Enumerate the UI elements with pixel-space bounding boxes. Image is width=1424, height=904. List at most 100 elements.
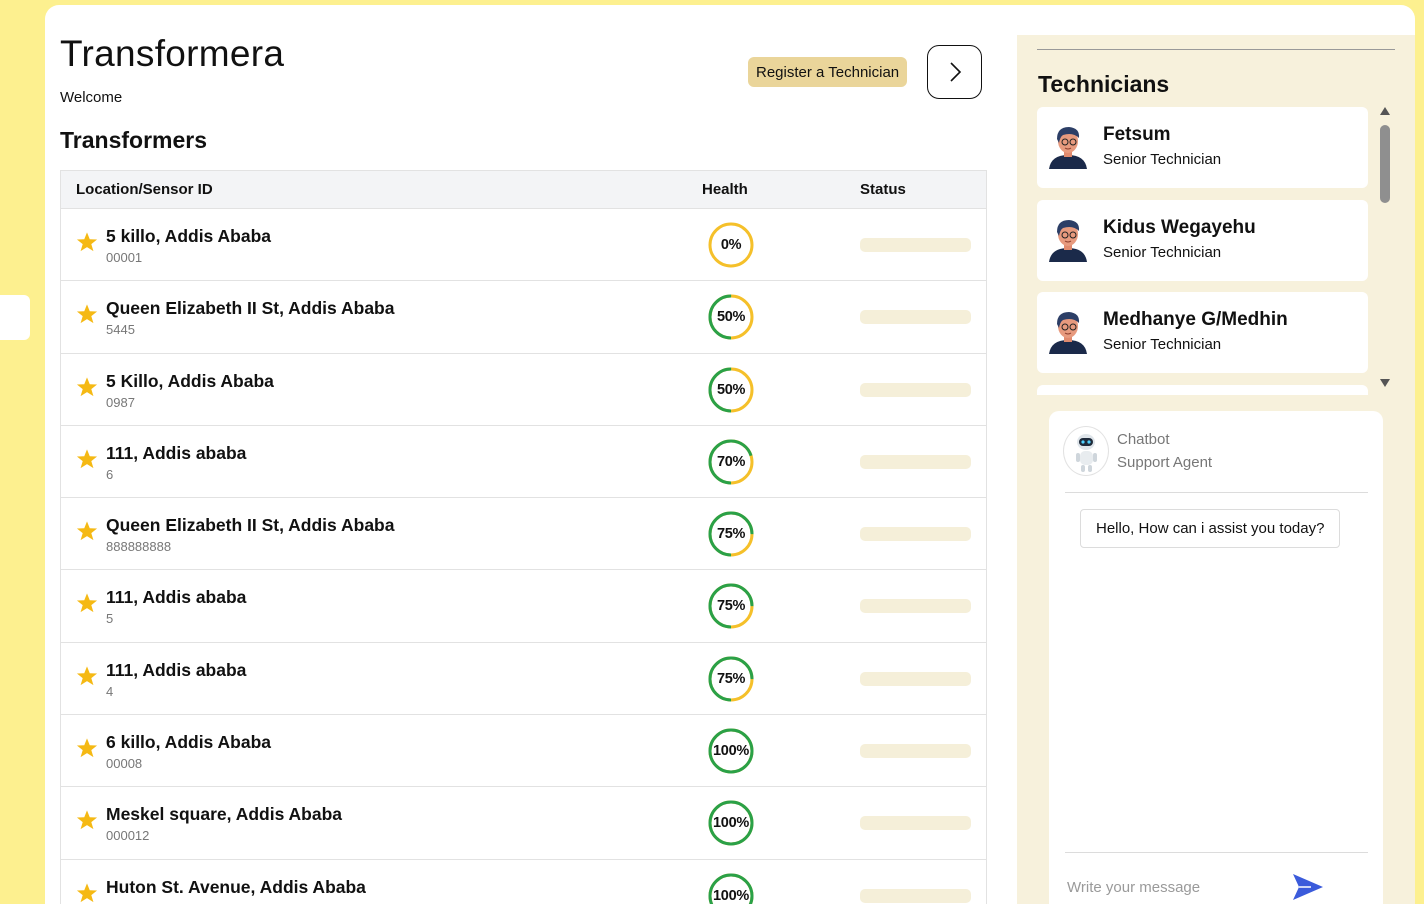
table-row[interactable]: Meskel square, Addis Ababa 000012 100% bbox=[61, 787, 986, 860]
technician-card[interactable] bbox=[1037, 385, 1368, 395]
scroll-up-icon[interactable] bbox=[1379, 105, 1391, 117]
health-value: 75% bbox=[716, 670, 746, 687]
status-bar bbox=[860, 454, 971, 469]
status-bar bbox=[860, 310, 971, 325]
star-icon[interactable] bbox=[76, 303, 98, 325]
table-row[interactable]: 6 killo, Addis Ababa 00008 100% bbox=[61, 715, 986, 788]
table-row[interactable]: Queen Elizabeth II St, Addis Ababa 88888… bbox=[61, 498, 986, 571]
star-icon[interactable] bbox=[76, 231, 98, 253]
table-row[interactable]: 111, Addis ababa 5 75% bbox=[61, 570, 986, 643]
table-row[interactable]: Queen Elizabeth II St, Addis Ababa 5445 … bbox=[61, 281, 986, 354]
status-bar bbox=[860, 382, 971, 397]
column-location: Location/Sensor ID bbox=[76, 181, 213, 198]
sensor-id: 888888888 bbox=[106, 539, 172, 555]
star-icon[interactable] bbox=[76, 882, 98, 904]
technician-card[interactable]: Kidus Wegayehu Senior Technician bbox=[1037, 200, 1368, 281]
table-row[interactable]: 111, Addis ababa 6 70% bbox=[61, 426, 986, 499]
send-icon[interactable] bbox=[1291, 872, 1325, 902]
location-name: 111, Addis ababa bbox=[106, 659, 247, 680]
scrollbar-thumb[interactable] bbox=[1380, 125, 1390, 203]
star-icon[interactable] bbox=[76, 665, 98, 687]
star-icon[interactable] bbox=[76, 448, 98, 470]
chatbot-avatar bbox=[1063, 426, 1109, 476]
app-card: Transformera Welcome Register a Technici… bbox=[45, 5, 1415, 904]
location-name: 111, Addis ababa bbox=[106, 587, 247, 608]
health-value: 50% bbox=[716, 381, 746, 398]
status-bar bbox=[860, 816, 971, 831]
health-value: 75% bbox=[716, 526, 746, 543]
transformers-table: Location/Sensor ID Health Status 5 killo… bbox=[60, 170, 987, 904]
transformers-title: Transformers bbox=[60, 127, 208, 153]
location-name: Queen Elizabeth II St, Addis Ababa bbox=[106, 298, 395, 319]
chatbot-role: Support Agent bbox=[1117, 454, 1213, 471]
column-health: Health bbox=[702, 181, 748, 198]
health-value: 50% bbox=[716, 309, 746, 326]
chatbot-name: Chatbot bbox=[1117, 431, 1170, 448]
avatar bbox=[1049, 220, 1087, 262]
welcome-text: Welcome bbox=[60, 89, 123, 106]
side-drawer-tab[interactable] bbox=[0, 295, 30, 340]
table-row[interactable]: Huton St. Avenue, Addis Ababa 100% bbox=[61, 860, 986, 904]
table-row[interactable]: 5 killo, Addis Ababa 00001 0% bbox=[61, 209, 986, 282]
star-icon[interactable] bbox=[76, 520, 98, 542]
sensor-id: 00001 bbox=[106, 250, 143, 265]
technician-name: Fetsum bbox=[1103, 124, 1171, 145]
location-name: Queen Elizabeth II St, Addis Ababa bbox=[106, 515, 395, 536]
status-bar bbox=[860, 238, 971, 252]
register-technician-button[interactable]: Register a Technician bbox=[748, 57, 908, 87]
location-name: 6 killo, Addis Ababa bbox=[106, 732, 271, 753]
technician-role: Senior Technician bbox=[1103, 244, 1222, 261]
sensor-id: 5 bbox=[106, 611, 114, 627]
sensor-id: 0987 bbox=[106, 394, 135, 410]
status-bar bbox=[860, 888, 971, 903]
status-bar bbox=[860, 527, 971, 542]
technician-role: Senior Technician bbox=[1103, 151, 1222, 168]
sensor-id: 000012 bbox=[106, 828, 150, 844]
technician-name: Medhanye G/Medhin bbox=[1103, 309, 1288, 330]
message-input[interactable] bbox=[1067, 872, 1277, 902]
column-status: Status bbox=[860, 181, 906, 198]
technicians-title: Technicians bbox=[1038, 71, 1170, 97]
chatbot-panel: Chatbot Support Agent Hello, How can i a… bbox=[1049, 411, 1383, 904]
location-name: Huton St. Avenue, Addis Ababa bbox=[106, 876, 366, 897]
star-icon[interactable] bbox=[76, 376, 98, 398]
chat-message: Hello, How can i assist you today? bbox=[1080, 509, 1341, 548]
main-panel: Transformera Welcome Register a Technici… bbox=[60, 5, 988, 904]
health-value: 100% bbox=[713, 815, 749, 832]
table-row[interactable]: 5 Killo, Addis Ababa 0987 50% bbox=[61, 354, 986, 426]
avatar bbox=[1049, 312, 1087, 354]
sensor-id: 4 bbox=[106, 683, 114, 699]
table-row[interactable]: 111, Addis ababa 4 75% bbox=[61, 643, 986, 716]
technician-card[interactable]: Medhanye G/Medhin Senior Technician bbox=[1037, 292, 1368, 373]
divider bbox=[1037, 49, 1395, 50]
avatar bbox=[1049, 127, 1087, 169]
chevron-right-icon bbox=[949, 62, 961, 82]
location-name: Meskel square, Addis Ababa bbox=[106, 804, 343, 825]
technician-card[interactable]: Fetsum Senior Technician bbox=[1037, 107, 1368, 188]
sensor-id: 6 bbox=[106, 466, 114, 482]
health-value: 75% bbox=[716, 598, 746, 615]
divider bbox=[1065, 492, 1368, 493]
scroll-down-icon[interactable] bbox=[1379, 377, 1391, 389]
status-bar bbox=[860, 744, 971, 759]
star-icon[interactable] bbox=[76, 592, 98, 614]
technician-name: Kidus Wegayehu bbox=[1103, 217, 1256, 238]
status-bar bbox=[860, 599, 971, 614]
robot-icon bbox=[1076, 434, 1097, 472]
divider bbox=[1065, 852, 1368, 853]
table-header: Location/Sensor ID Health Status bbox=[61, 171, 986, 209]
star-icon[interactable] bbox=[76, 809, 98, 831]
next-button[interactable] bbox=[927, 45, 982, 99]
star-icon[interactable] bbox=[76, 737, 98, 759]
sensor-id: 5445 bbox=[106, 322, 135, 338]
location-name: 5 killo, Addis Ababa bbox=[106, 226, 271, 246]
right-panel: Technicians Fetsum Senior Technician Kid… bbox=[1017, 35, 1415, 904]
health-value: 0% bbox=[720, 237, 742, 253]
app-title: Transformera bbox=[60, 33, 285, 74]
technician-role: Senior Technician bbox=[1103, 336, 1222, 353]
health-value: 100% bbox=[713, 887, 749, 904]
sensor-id: 00008 bbox=[106, 756, 143, 772]
technician-list[interactable]: Fetsum Senior Technician Kidus Wegayehu … bbox=[1037, 107, 1368, 395]
status-bar bbox=[860, 671, 971, 686]
location-name: 111, Addis ababa bbox=[106, 442, 247, 463]
